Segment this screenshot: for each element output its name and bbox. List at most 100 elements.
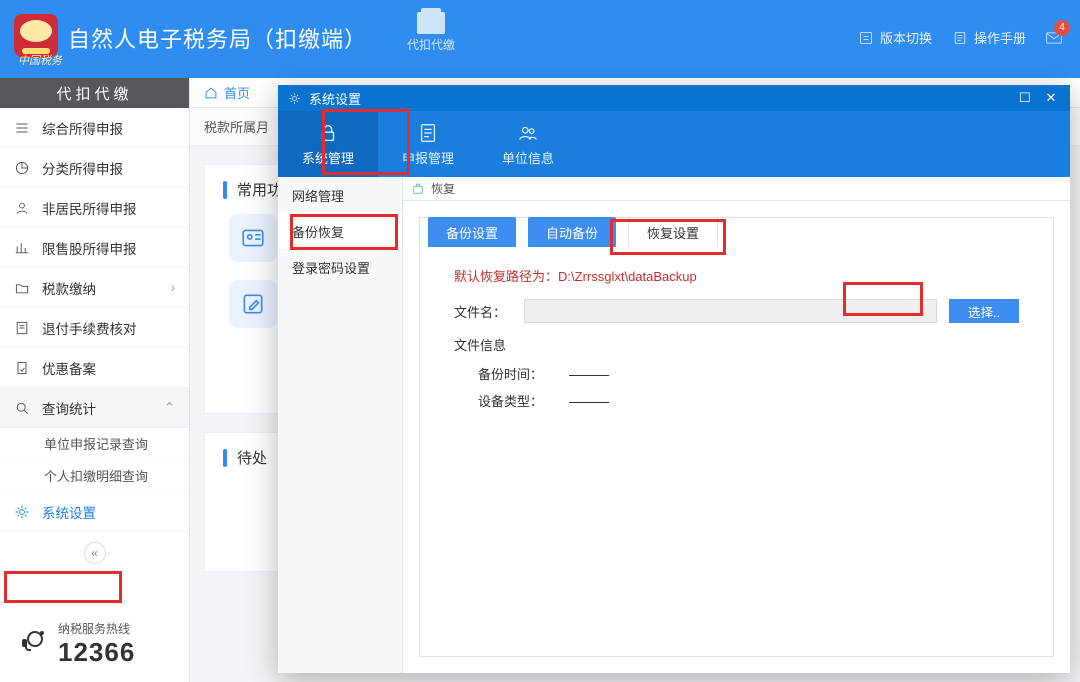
- sidebar-item-benefit[interactable]: 优惠备案: [0, 348, 189, 388]
- withholding-label: 代扣代缴: [407, 36, 455, 53]
- inner-tab-recover-set[interactable]: 恢复设置: [628, 217, 718, 247]
- side-backup-restore[interactable]: 备份恢复: [278, 213, 402, 249]
- inner-tab-label: 自动备份: [546, 223, 598, 242]
- sidebar: 代扣代缴 综合所得申报 分类所得申报 非居民所得申报 限售股所得申报 税款缴纳 …: [0, 78, 190, 682]
- sidebar-subitem-org-query[interactable]: 单位申报记录查询: [0, 428, 189, 460]
- side-item-label: 网络管理: [292, 186, 344, 205]
- pie-icon: [14, 160, 30, 176]
- home-icon: [204, 86, 218, 100]
- hotline-number: 12366: [58, 637, 135, 668]
- hotline-label: 纳税服务热线: [58, 620, 135, 637]
- restore-icon: [411, 182, 425, 196]
- hint-prefix: 默认恢复路径为：: [454, 269, 558, 284]
- info-device-type: 设备类型：: [454, 387, 1019, 414]
- side-password[interactable]: 登录密码设置: [278, 249, 402, 285]
- dialog-title: 系统设置: [309, 89, 361, 108]
- sidebar-item-label: 非居民所得申报: [42, 198, 137, 218]
- dialog-sidebar: 网络管理 备份恢复 登录密码设置: [278, 177, 403, 673]
- sidebar-item-label: 单位申报记录查询: [44, 434, 148, 453]
- doc-icon: [14, 360, 30, 376]
- tab-label: 申报管理: [402, 148, 454, 167]
- headset-icon: [20, 627, 50, 661]
- file-info-title: 文件信息: [454, 335, 1019, 354]
- bars-icon: [14, 240, 30, 256]
- default-path-hint: 默认恢复路径为：D:\Zrrssglxt\dataBackup: [454, 266, 1019, 285]
- list-icon: [14, 120, 30, 136]
- tab-org-info[interactable]: 单位信息: [478, 111, 578, 177]
- chevron-up-icon: ⌃: [164, 400, 175, 416]
- group-icon: [517, 122, 539, 144]
- sidebar-item-comprehensive[interactable]: 综合所得申报: [0, 108, 189, 148]
- tab-system-management[interactable]: 系统管理: [278, 111, 378, 177]
- form-icon: [417, 122, 439, 144]
- chevron-right-icon: ›: [171, 280, 176, 295]
- accent-bar-icon: [223, 449, 227, 467]
- sidebar-item-label: 分类所得申报: [42, 158, 123, 178]
- panel-pending-title: 待处: [237, 447, 267, 468]
- file-input[interactable]: [524, 299, 937, 323]
- dialog-titlebar[interactable]: 系统设置 ☐ ✕: [278, 85, 1070, 111]
- dialog-subheader: 恢复: [403, 177, 1070, 201]
- lock-icon: [317, 122, 339, 144]
- receipt-icon: [14, 320, 30, 336]
- dialog-maximize-button[interactable]: ☐: [1016, 90, 1034, 106]
- info-time-label: 备份时间：: [478, 367, 543, 382]
- sidebar-item-restricted[interactable]: 限售股所得申报: [0, 228, 189, 268]
- app-title: 自然人电子税务局（扣缴端）: [68, 22, 367, 54]
- restore-form: 默认恢复路径为：D:\Zrrssglxt\dataBackup 文件名： 选择.…: [420, 218, 1053, 434]
- version-switch-label: 版本切换: [880, 28, 932, 47]
- tile-edit[interactable]: [229, 280, 277, 328]
- dialog-subbody: 备份设置 自动备份 恢复设置 默认恢复路径为：D:\Zrrssglxt\data…: [403, 201, 1070, 673]
- app-header: 中国税务 自然人电子税务局（扣缴端） 代扣代缴 版本切换 操作手册 4: [0, 0, 1080, 78]
- sidebar-item-query[interactable]: 查询统计 ⌃: [0, 388, 189, 428]
- sidebar-item-category[interactable]: 分类所得申报: [0, 148, 189, 188]
- manual-label: 操作手册: [974, 28, 1026, 47]
- logo-subtext: 中国税务: [18, 52, 62, 68]
- restore-card: 备份设置 自动备份 恢复设置 默认恢复路径为：D:\Zrrssglxt\data…: [419, 217, 1054, 657]
- sidebar-item-label: 查询统计: [42, 398, 96, 418]
- sidebar-subitem-personal-query[interactable]: 个人扣缴明细查询: [0, 460, 189, 492]
- inner-tabstrip: 备份设置 自动备份 恢复设置: [428, 217, 718, 247]
- manual-link[interactable]: 操作手册: [952, 28, 1026, 47]
- dialog-main: 恢复 备份设置 自动备份 恢复设置 默认恢复路径为：D:\Zrrssglxt\d…: [403, 177, 1070, 673]
- id-icon: [240, 225, 266, 251]
- mail-button[interactable]: 4: [1046, 30, 1062, 46]
- side-network[interactable]: 网络管理: [278, 177, 402, 213]
- sidebar-item-settings[interactable]: 系统设置: [0, 492, 189, 532]
- sidebar-item-refund[interactable]: 退付手续费核对: [0, 308, 189, 348]
- sidebar-item-label: 税款缴纳: [42, 278, 96, 298]
- gear-icon: [288, 92, 301, 105]
- sidebar-item-nonresident[interactable]: 非居民所得申报: [0, 188, 189, 228]
- empty-value: [569, 375, 609, 376]
- file-row: 文件名： 选择..: [454, 299, 1019, 323]
- tile-report[interactable]: [229, 214, 277, 262]
- tax-period-label: 税款所属月: [204, 117, 269, 136]
- sidebar-item-label: 优惠备案: [42, 358, 96, 378]
- search-icon: [14, 400, 30, 416]
- sidebar-item-label: 退付手续费核对: [42, 318, 137, 338]
- header-right-actions: 版本切换 操作手册 4: [858, 28, 1062, 47]
- tab-label: 系统管理: [302, 148, 354, 167]
- dialog-close-button[interactable]: ✕: [1042, 90, 1060, 106]
- withholding-button[interactable]: 代扣代缴: [407, 8, 455, 53]
- version-switch-link[interactable]: 版本切换: [858, 28, 932, 47]
- sidebar-item-label: 限售股所得申报: [42, 238, 137, 258]
- tab-report-management[interactable]: 申报管理: [378, 111, 478, 177]
- browse-label: 选择..: [968, 302, 1000, 321]
- accent-bar-icon: [223, 181, 227, 199]
- hotline: 纳税服务热线 12366: [20, 620, 135, 668]
- browse-button[interactable]: 选择..: [949, 299, 1019, 323]
- tab-label: 单位信息: [502, 148, 554, 167]
- sidebar-collapse-button[interactable]: «: [84, 542, 106, 564]
- side-item-label: 登录密码设置: [292, 258, 370, 277]
- inner-tab-label: 恢复设置: [647, 223, 699, 242]
- hint-path: D:\Zrrssglxt\dataBackup: [558, 269, 697, 284]
- breadcrumb-home: 首页: [224, 83, 250, 102]
- sidebar-item-payment[interactable]: 税款缴纳 ›: [0, 268, 189, 308]
- inner-tab-auto-backup[interactable]: 自动备份: [528, 217, 616, 247]
- inner-tab-backup-set[interactable]: 备份设置: [428, 217, 516, 247]
- inner-tab-label: 备份设置: [446, 223, 498, 242]
- gear-icon: [14, 504, 30, 520]
- info-device-label: 设备类型：: [478, 394, 543, 409]
- sidebar-item-label: 综合所得申报: [42, 118, 123, 138]
